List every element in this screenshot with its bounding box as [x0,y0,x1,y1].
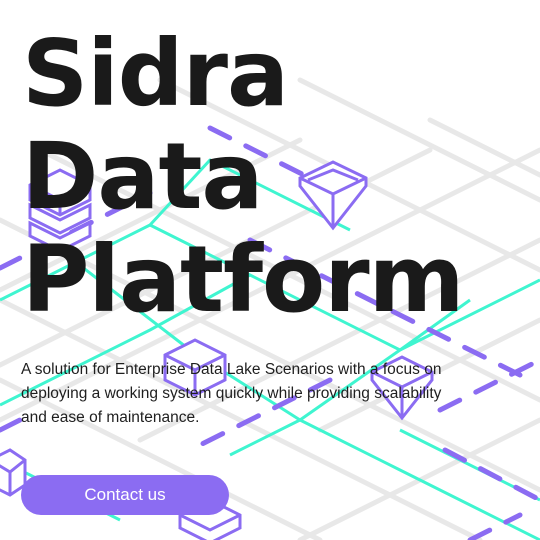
title-line-3: Platform [22,226,464,333]
contact-us-button[interactable]: Contact us [21,475,229,515]
title-line-1: Sidra [22,20,289,127]
page-title: Sidra Data Platform [22,22,464,331]
page: Sidra Data Platform A solution for Enter… [0,0,540,540]
hero-description: A solution for Enterprise Data Lake Scen… [21,361,442,426]
title-line-2: Data [22,123,264,230]
